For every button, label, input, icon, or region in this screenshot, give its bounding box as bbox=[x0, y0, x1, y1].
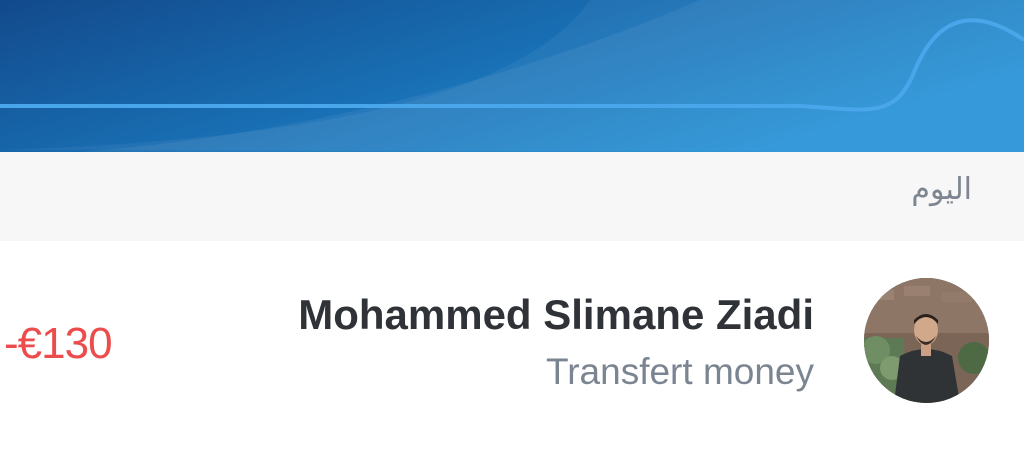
transaction-subtitle: Transfert money bbox=[546, 351, 814, 392]
header-background bbox=[0, 0, 1024, 152]
transaction-amount: -€130 bbox=[4, 319, 113, 368]
user-photo-icon bbox=[864, 278, 989, 403]
transaction-name: Mohammed Slimane Ziadi bbox=[298, 291, 814, 338]
section-date-label: اليوم bbox=[911, 172, 972, 207]
header-banner bbox=[0, 0, 1024, 152]
avatar[interactable] bbox=[864, 278, 989, 403]
transaction-row[interactable]: -€130 Mohammed Slimane Ziadi Transfert m… bbox=[0, 241, 1024, 475]
date-section-header: اليوم bbox=[0, 152, 1024, 241]
